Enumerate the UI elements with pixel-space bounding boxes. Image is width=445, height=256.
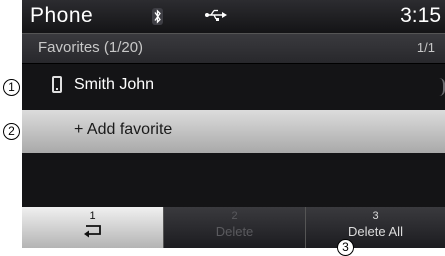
callout-marker-1: 1 xyxy=(3,79,20,96)
favorite-item-smith-john[interactable]: Smith John xyxy=(22,64,445,108)
app-title: Phone xyxy=(30,4,94,27)
add-favorite-button[interactable]: + Add favorite xyxy=(22,110,445,153)
contact-name: Smith John xyxy=(74,76,155,93)
delete-all-label: Delete All xyxy=(348,224,403,239)
softkey-number: 1 xyxy=(89,210,96,222)
bluetooth-icon xyxy=(152,8,163,25)
phone-icon xyxy=(52,76,62,93)
softkey-bar: 1 2 Delete 3 Delete All xyxy=(22,207,445,248)
add-favorite-label: + Add favorite xyxy=(74,121,173,138)
delete-label: Delete xyxy=(215,224,254,239)
back-arrow-icon xyxy=(22,223,163,239)
back-softkey[interactable]: 1 xyxy=(22,207,163,248)
status-bar: Phone 3:15 xyxy=(22,0,445,33)
page-counter: 1/1 xyxy=(416,40,435,55)
list-title: Favorites (1/20) xyxy=(38,39,144,56)
usb-icon xyxy=(205,8,227,27)
delete-softkey: 2 Delete xyxy=(163,207,305,248)
delete-all-softkey[interactable]: 3 Delete All xyxy=(305,207,445,248)
list-header: Favorites (1/20) 1/1 xyxy=(22,33,445,64)
head-unit-screen: Phone 3:15 Favorites (1/20) 1/1 Smith Jo… xyxy=(22,0,445,248)
softkey-number: 3 xyxy=(372,210,379,222)
callout-marker-2: 2 xyxy=(3,123,20,140)
clock: 3:15 xyxy=(400,4,441,27)
softkey-number: 2 xyxy=(231,210,238,222)
